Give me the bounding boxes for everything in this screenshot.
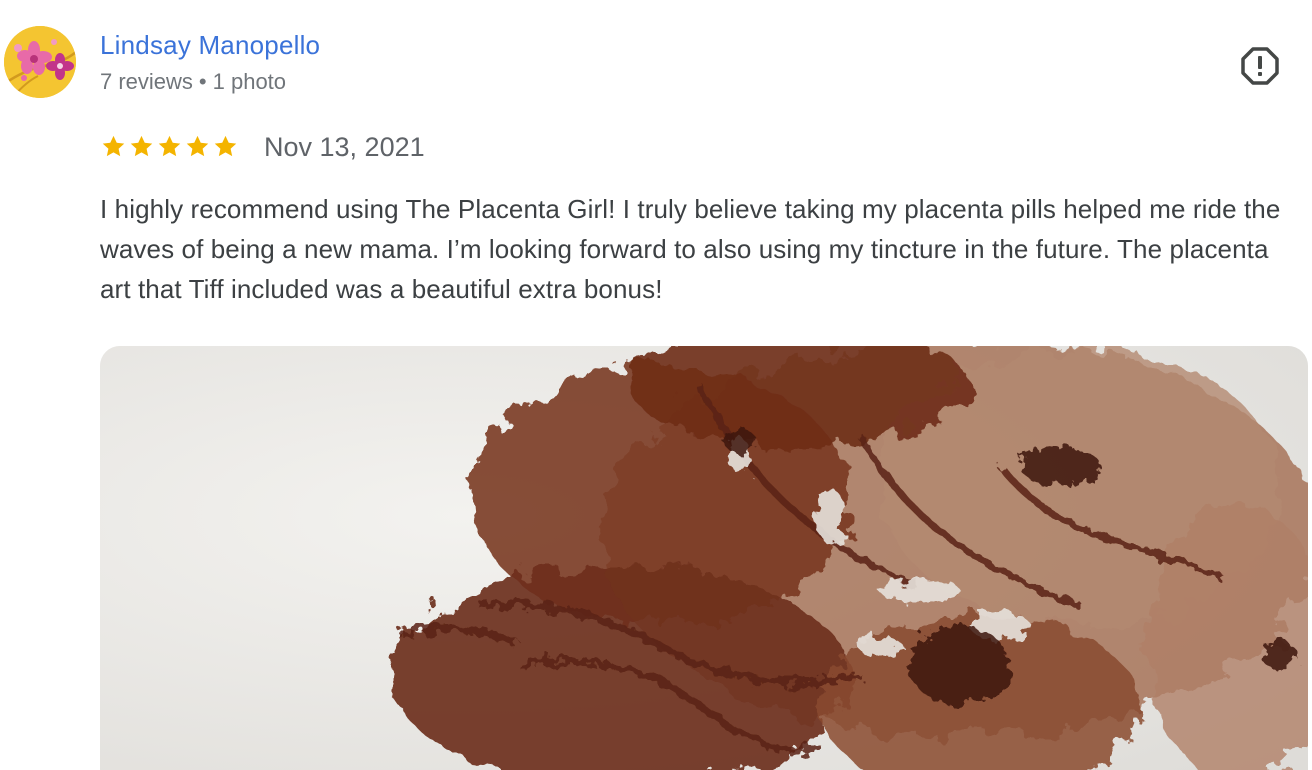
cherry-blossom-avatar-icon <box>4 26 76 98</box>
reviewer-avatar[interactable] <box>4 26 76 98</box>
review-photo[interactable] <box>100 346 1308 770</box>
review-date: Nov 13, 2021 <box>264 132 425 162</box>
placenta-art-image <box>100 346 1308 770</box>
star-icon <box>214 135 237 157</box>
reviewer-meta: 7 reviews • 1 photo <box>100 68 286 96</box>
review-text: I highly recommend using The Placenta Gi… <box>100 194 1281 304</box>
report-review-button[interactable] <box>1238 44 1282 88</box>
reviewer-name-link[interactable]: Lindsay Manopello <box>100 29 320 61</box>
meta-separator: • <box>198 69 207 94</box>
star-icon <box>158 135 181 157</box>
star-rating <box>101 134 238 162</box>
reviews-count: 7 reviews <box>100 69 193 94</box>
star-icon <box>102 135 125 157</box>
photos-count: 1 photo <box>212 69 287 94</box>
star-icon <box>130 135 153 157</box>
star-icon <box>186 135 209 157</box>
report-flag-icon <box>1241 47 1279 85</box>
